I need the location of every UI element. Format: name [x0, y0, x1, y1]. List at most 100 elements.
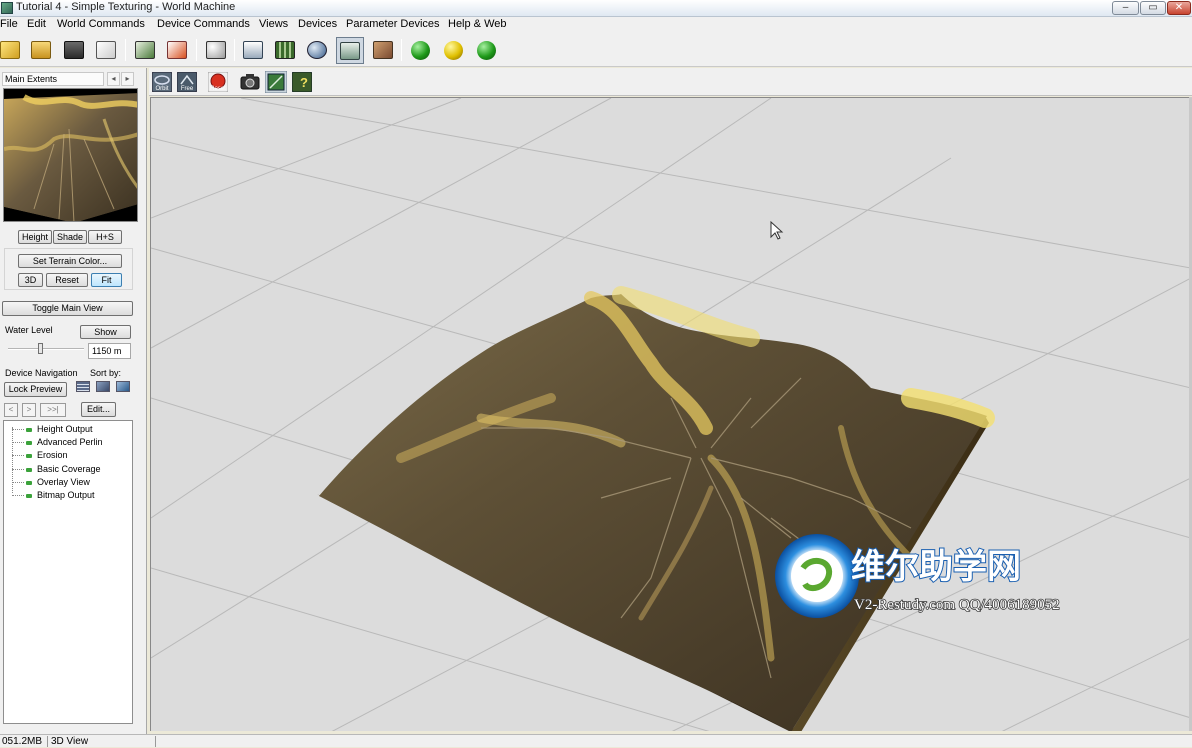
- svg-text:?: ?: [300, 75, 308, 90]
- menu-views[interactable]: Views: [259, 18, 288, 30]
- 3d-viewport[interactable]: 维尔助学网 V2-Restudy.com QQ/4006189052: [150, 97, 1190, 731]
- device-item-height-output[interactable]: Height Output: [12, 423, 93, 436]
- menu-device-commands[interactable]: Device Commands: [157, 18, 250, 30]
- left-panel: Main Extents ◂ ▸ Height Shade H+S Set Te…: [0, 68, 147, 736]
- layout-view-button[interactable]: [133, 38, 157, 62]
- help-icon[interactable]: ?: [292, 72, 312, 92]
- build-preview-icon: [443, 40, 463, 60]
- water-level-label: Water Level: [5, 325, 53, 335]
- save-icon: [64, 41, 84, 59]
- build-options-icon: [476, 40, 496, 60]
- open-icon: [31, 41, 51, 59]
- preview-prev-button[interactable]: ◂: [107, 72, 120, 86]
- water-level-slider-thumb[interactable]: [37, 343, 43, 354]
- build-button[interactable]: [408, 38, 432, 62]
- 3d-view-icon: [307, 41, 327, 59]
- device-item-overlay-view[interactable]: Overlay View: [12, 476, 90, 489]
- minimize-button[interactable]: –: [1112, 1, 1139, 15]
- device-item-advanced-perlin[interactable]: Advanced Perlin: [12, 436, 103, 449]
- water-level-field[interactable]: 1150 m: [88, 343, 131, 359]
- status-separator: [155, 736, 156, 747]
- device-status-icon: [26, 480, 32, 485]
- build-preview-button[interactable]: [441, 38, 465, 62]
- build-icon: [410, 40, 430, 60]
- sort-list-icon[interactable]: [76, 381, 90, 392]
- device-status-icon: [26, 453, 32, 458]
- new-world-button[interactable]: [0, 38, 22, 62]
- device-status-icon: [26, 467, 32, 472]
- 3d-view-button[interactable]: [305, 38, 329, 62]
- grid-view-icon: [275, 41, 295, 59]
- camera-snapshot-icon[interactable]: [240, 72, 260, 92]
- 3d-button[interactable]: 3D: [18, 273, 43, 287]
- device-label: Erosion: [37, 450, 68, 460]
- reset-button[interactable]: Reset: [46, 273, 88, 287]
- explorer-view-button[interactable]: [336, 37, 364, 64]
- fit-button[interactable]: Fit: [91, 273, 122, 287]
- save-button[interactable]: [62, 38, 86, 62]
- grid-view-button[interactable]: [273, 38, 297, 62]
- set-terrain-color-button[interactable]: Set Terrain Color...: [18, 254, 122, 268]
- nav-prev-button[interactable]: <: [4, 403, 18, 417]
- maximize-button[interactable]: ▭: [1140, 1, 1166, 15]
- status-bar: 051.2MB 3D View: [0, 734, 1192, 747]
- wireframe-toggle-icon[interactable]: [265, 71, 287, 93]
- water-level-slider[interactable]: [8, 348, 84, 350]
- toolbar-separator: [196, 39, 197, 61]
- reset-camera-icon[interactable]: Reset: [208, 72, 228, 92]
- terrain-mesh: [317, 286, 995, 731]
- menu-parameter-devices[interactable]: Parameter Devices: [346, 18, 440, 30]
- menu-help-web[interactable]: Help & Web: [448, 18, 507, 30]
- height-button[interactable]: Height: [18, 230, 52, 244]
- sort-by-label: Sort by:: [90, 368, 122, 378]
- shade-button[interactable]: Shade: [53, 230, 87, 244]
- water-show-button[interactable]: Show: [80, 325, 131, 339]
- view-toolbar: Orbit Free Reset ?: [149, 68, 1192, 96]
- orbit-camera-icon[interactable]: Orbit: [152, 72, 172, 92]
- app-icon: [1, 2, 13, 14]
- orbit-label: Orbit: [155, 86, 168, 92]
- build-options-button[interactable]: [474, 38, 498, 62]
- import-button[interactable]: [94, 38, 118, 62]
- device-label: Overlay View: [37, 477, 90, 487]
- menu-edit[interactable]: Edit: [27, 18, 46, 30]
- sort-type-icon[interactable]: [96, 381, 110, 392]
- main-toolbar: [0, 34, 1192, 67]
- toolbar-separator: [125, 39, 126, 61]
- terrain-preview[interactable]: [3, 88, 138, 222]
- title-bar: Tutorial 4 - Simple Texturing - World Ma…: [0, 0, 1192, 17]
- device-view-button[interactable]: [241, 38, 265, 62]
- toggle-main-view-button[interactable]: Toggle Main View: [2, 301, 133, 316]
- nav-next-button[interactable]: >: [22, 403, 36, 417]
- device-label: Basic Coverage: [37, 464, 101, 474]
- device-item-erosion[interactable]: Erosion: [12, 449, 68, 462]
- random-seed-button[interactable]: [204, 38, 228, 62]
- texture-view-icon: [373, 41, 393, 59]
- open-button[interactable]: [29, 38, 53, 62]
- status-memory: 051.2MB: [2, 736, 43, 747]
- layout-view-icon: [135, 41, 155, 59]
- device-item-bitmap-output[interactable]: Bitmap Output: [12, 489, 95, 502]
- device-list[interactable]: Height Output Advanced Perlin Erosion Ba…: [3, 420, 133, 724]
- device-status-icon: [26, 493, 32, 498]
- nav-end-button[interactable]: >>|: [40, 403, 66, 417]
- h-plus-s-button[interactable]: H+S: [88, 230, 122, 244]
- device-item-basic-coverage[interactable]: Basic Coverage: [12, 463, 101, 476]
- menu-devices[interactable]: Devices: [298, 18, 337, 30]
- menu-world-commands[interactable]: World Commands: [57, 18, 145, 30]
- close-button[interactable]: ✕: [1167, 1, 1191, 15]
- free-label: Free: [181, 86, 194, 92]
- notes-button[interactable]: [165, 38, 189, 62]
- lock-preview-button[interactable]: Lock Preview: [4, 382, 67, 397]
- texture-view-button[interactable]: [371, 38, 395, 62]
- device-status-icon: [26, 427, 32, 432]
- import-icon: [96, 41, 116, 59]
- watermark-cn: 维尔助学网: [851, 547, 1021, 587]
- terrain-preview-image: [4, 93, 137, 221]
- edit-device-button[interactable]: Edit...: [81, 402, 116, 417]
- sort-name-icon[interactable]: [116, 381, 130, 392]
- menu-file[interactable]: File: [0, 18, 18, 30]
- status-view: 3D View: [51, 736, 89, 747]
- free-camera-icon[interactable]: Free: [177, 72, 197, 92]
- preview-next-button[interactable]: ▸: [121, 72, 134, 86]
